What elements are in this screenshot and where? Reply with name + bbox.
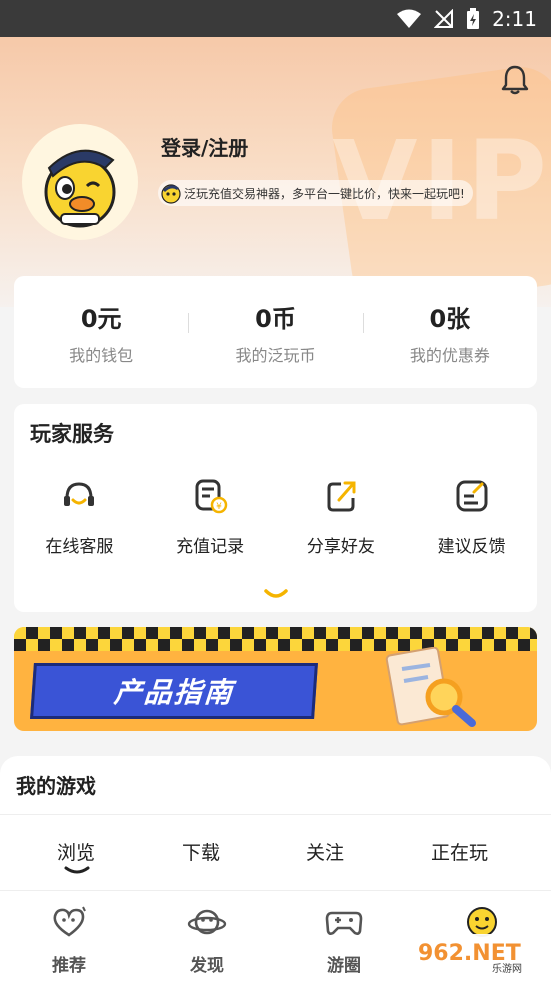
document-magnifier-icon [385, 647, 476, 727]
coupon-label: 我的优惠券 [409, 345, 490, 365]
svg-text:¥: ¥ [216, 502, 222, 512]
chevron-down-icon[interactable] [263, 588, 289, 602]
service-feedback-label: 建议反馈 [437, 537, 506, 557]
headset-icon [64, 482, 95, 506]
active-tab-indicator [64, 866, 90, 874]
profile-header: VIP 登录/注册 泛玩充值交易神器，多平台一键比价，快来一起玩吧! [0, 37, 551, 307]
services-title: 玩家服务 [30, 422, 114, 446]
planet-icon [187, 909, 227, 935]
services-row: 在线客服 ¥ 充值记录 分享好友 建议反馈 [14, 476, 537, 557]
slogan-pill: 泛玩充值交易神器，多平台一键比价，快来一起玩吧! [158, 180, 473, 206]
recharge-record-icon: ¥ [195, 479, 228, 514]
service-online-support-label: 在线客服 [45, 537, 114, 557]
wallet-value: 0元 [80, 304, 122, 333]
service-feedback[interactable]: 建议反馈 [406, 476, 537, 557]
service-recharge-record-label: 充值记录 [176, 537, 245, 557]
tab-browse[interactable]: 浏览 [57, 838, 95, 865]
nav-recommend[interactable]: 推荐 [19, 905, 119, 976]
service-online-support[interactable]: 在线客服 [14, 476, 145, 557]
player-services-card: 玩家服务 在线客服 ¥ 充值记录 分享好友 建议反馈 [14, 404, 537, 612]
slogan-text: 泛玩充值交易神器，多平台一键比价，快来一起玩吧! [184, 186, 465, 201]
nav-discover-label: 发现 [190, 956, 224, 976]
status-bar: 2:11 [0, 0, 551, 37]
coupon-value: 0张 [429, 304, 471, 333]
watermark-sub: 乐游网 [492, 962, 522, 974]
wallet-stat[interactable]: 0元 我的钱包 [14, 299, 188, 366]
service-recharge-record[interactable]: ¥ 充值记录 [145, 476, 276, 557]
banner-plate: 产品指南 [30, 663, 318, 719]
wallet-label: 我的钱包 [69, 345, 134, 365]
battery-icon [467, 7, 480, 29]
nav-discover[interactable]: 发现 [157, 905, 257, 976]
share-icon [327, 481, 356, 512]
nav-game-circle-label: 游圈 [327, 956, 361, 976]
divider [0, 814, 551, 815]
coin-stat[interactable]: 0币 我的泛玩币 [188, 299, 362, 366]
banner-title: 产品指南 [112, 676, 236, 709]
nav-game-circle[interactable]: 游圈 [294, 905, 394, 976]
coin-value: 0币 [255, 304, 296, 333]
coupon-stat[interactable]: 0张 我的优惠券 [362, 299, 537, 366]
assets-card: 0元 我的钱包 0币 我的泛玩币 0张 我的优惠券 [14, 276, 537, 388]
heart-icon [53, 906, 86, 937]
gamepad-icon [325, 911, 363, 935]
product-guide-banner[interactable]: 产品指南 [14, 627, 537, 731]
no-signal-icon [434, 8, 454, 28]
service-share-friends-label: 分享好友 [306, 537, 375, 557]
feedback-icon [456, 480, 488, 512]
service-share-friends[interactable]: 分享好友 [276, 476, 407, 557]
tab-playing[interactable]: 正在玩 [431, 838, 488, 865]
bell-icon[interactable] [498, 63, 532, 97]
status-time: 2:11 [492, 6, 537, 31]
tab-follow[interactable]: 关注 [306, 838, 344, 865]
my-games-title: 我的游戏 [16, 774, 96, 798]
site-watermark: 962.NET 乐游网 [412, 934, 545, 975]
login-register-link[interactable]: 登录/注册 [161, 132, 248, 161]
watermark-logo: 962.NET 乐游网 [418, 941, 522, 975]
wifi-icon [397, 9, 422, 28]
my-games-section: 我的游戏 浏览 下载 关注 正在玩 [0, 756, 551, 891]
nav-recommend-label: 推荐 [52, 956, 86, 976]
coin-label: 我的泛玩币 [235, 345, 316, 365]
watermark-brand: 962.NET [418, 941, 521, 966]
avatar[interactable] [22, 124, 138, 240]
mascot-mini-icon [161, 184, 181, 204]
tab-download[interactable]: 下载 [182, 838, 220, 865]
mascot-avatar-icon [44, 149, 116, 228]
